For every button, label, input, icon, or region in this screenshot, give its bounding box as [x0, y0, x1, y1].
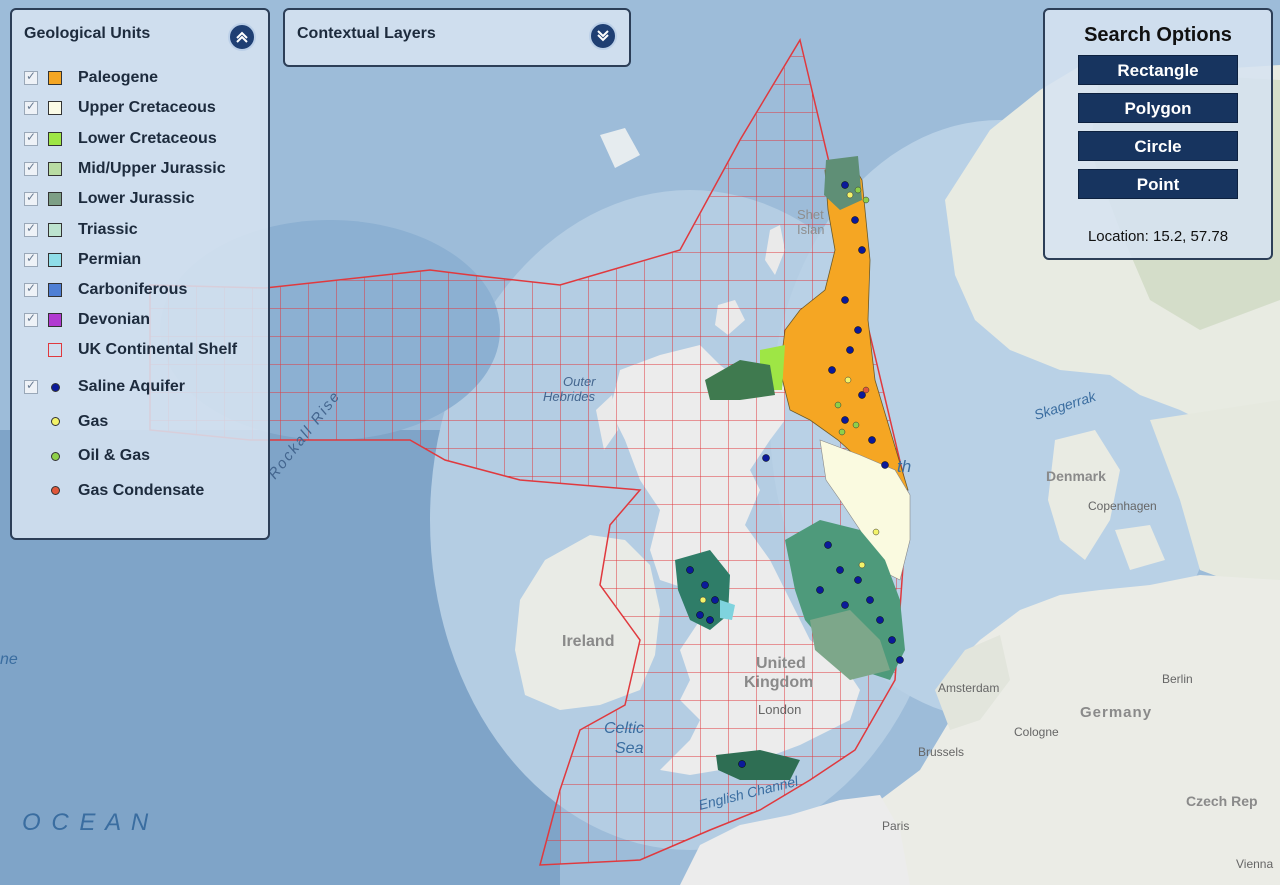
- layer-swatch: [48, 101, 62, 116]
- label-cologne: Cologne: [1014, 725, 1059, 739]
- collapse-geological-units-button[interactable]: [228, 23, 256, 51]
- legend-label: Mid/Upper Jurassic: [78, 159, 226, 177]
- layer-swatch: [48, 313, 62, 328]
- point-layer-checkbox: [24, 449, 38, 463]
- label-celtic-line1: Celtic: [604, 720, 644, 737]
- legend-label: Gas Condensate: [78, 481, 205, 499]
- layer-checkbox[interactable]: [24, 251, 38, 267]
- layer-carboniferous[interactable]: Carboniferous: [24, 277, 187, 303]
- layer-checkbox-empty: [24, 343, 38, 357]
- layer-checkbox[interactable]: [24, 160, 38, 176]
- layer-upper-cretaceous[interactable]: Upper Cretaceous: [24, 95, 216, 121]
- layer-devonian[interactable]: Devonian: [24, 307, 150, 333]
- layer-checkbox[interactable]: [24, 99, 38, 116]
- layer-swatch: [48, 283, 62, 298]
- layer-swatch: [48, 252, 62, 267]
- contextual-layers-title: Contextual Layers: [297, 25, 436, 42]
- label-uk-line2: Kingdom: [744, 674, 813, 691]
- legend-label: Upper Cretaceous: [78, 99, 216, 117]
- circle-search-button[interactable]: Circle: [1078, 131, 1238, 161]
- label-paris: Paris: [882, 819, 909, 833]
- legend-label: Oil & Gas: [78, 447, 151, 464]
- legend-label: Lower Jurassic: [78, 190, 195, 208]
- legend-label: Carboniferous: [78, 281, 188, 299]
- legend-label: Triassic: [78, 220, 138, 238]
- search-options-title: Search Options: [1084, 24, 1232, 46]
- search-options-panel: Search Options Rectangle Polygon Circle …: [1043, 8, 1273, 260]
- label-ireland: Ireland: [562, 633, 614, 650]
- label-shetland-line1: Shet: [797, 207, 824, 222]
- geological-units-title: Geological Units: [24, 25, 151, 42]
- layer-lower-cretaceous[interactable]: Lower Cretaceous: [24, 126, 217, 152]
- gas-condensate-points[interactable]: [862, 386, 870, 394]
- point-marker-icon: [48, 415, 62, 429]
- polygon-search-button[interactable]: Polygon: [1078, 93, 1238, 123]
- label-outer-line2: Hebrides: [543, 389, 596, 404]
- point-marker-icon: [48, 484, 62, 498]
- legend-label: UK Continental Shelf: [78, 341, 238, 358]
- label-brussels: Brussels: [918, 745, 964, 759]
- point-layer-saline-aquifer[interactable]: Saline Aquifer: [24, 374, 185, 400]
- point-layer-checkbox: [24, 484, 38, 498]
- point-marker-icon: [48, 449, 62, 463]
- contextual-layers-panel: Contextual Layers: [283, 8, 631, 67]
- label-amsterdam: Amsterdam: [938, 681, 999, 695]
- layer-checkbox[interactable]: [24, 190, 38, 207]
- label-shetland-line2: Islan: [797, 222, 824, 237]
- rectangle-search-button[interactable]: Rectangle: [1078, 55, 1238, 85]
- legend-label: Lower Cretaceous: [78, 129, 217, 147]
- layer-checkbox[interactable]: [24, 221, 38, 237]
- expand-contextual-layers-button[interactable]: [589, 22, 617, 50]
- point-layer-gas[interactable]: Gas: [24, 409, 108, 435]
- layer-swatch: [48, 161, 62, 176]
- label-ocean: O C E A N: [22, 809, 150, 836]
- point-layer-checkbox: [24, 415, 38, 429]
- layer-checkbox[interactable]: [24, 69, 38, 85]
- label-denmark: Denmark: [1046, 468, 1106, 484]
- location-readout: Location: 15.2, 57.78: [1087, 228, 1229, 245]
- legend-label: Gas: [78, 412, 109, 430]
- layer-swatch: [48, 222, 62, 237]
- layer-permian[interactable]: Permian: [24, 247, 141, 273]
- point-layer-oil-gas[interactable]: Oil & Gas: [24, 443, 150, 469]
- chevron-down-icon: [597, 30, 609, 42]
- point-layer-gas-condensate[interactable]: Gas Condensate: [24, 478, 204, 504]
- layer-swatch: [48, 131, 62, 146]
- label-germany: Germany: [1080, 704, 1152, 721]
- label-outer-line1: Outer: [563, 374, 596, 389]
- layer-swatch: [48, 192, 62, 207]
- point-search-button[interactable]: Point: [1078, 169, 1238, 199]
- shelf-outline-swatch: [48, 343, 62, 357]
- label-north-fragment: th: [897, 457, 911, 476]
- legend-label: Permian: [78, 250, 142, 268]
- label-london: London: [758, 702, 801, 717]
- point-layer-checkbox[interactable]: [24, 378, 38, 394]
- legend-label: Devonian: [78, 311, 151, 329]
- layer-lower-jurassic[interactable]: Lower Jurassic: [24, 186, 195, 212]
- label-copenhagen: Copenhagen: [1088, 499, 1157, 513]
- label-celtic-line2: Sea: [615, 740, 644, 757]
- layer-checkbox[interactable]: [24, 281, 38, 298]
- label-berlin: Berlin: [1162, 672, 1193, 686]
- layer-checkbox[interactable]: [24, 311, 38, 328]
- point-marker-icon: [48, 380, 62, 394]
- label-left-fragment: ne: [0, 651, 18, 668]
- layer-paleogene[interactable]: Paleogene: [24, 65, 158, 91]
- geological-units-panel: Geological Units Paleogene Upper Cretaceo…: [10, 8, 270, 540]
- layer-mid-upper-jurassic[interactable]: Mid/Upper Jurassic: [24, 156, 226, 182]
- chevron-up-icon: [236, 31, 248, 43]
- legend-label: Paleogene: [78, 69, 159, 86]
- layer-checkbox[interactable]: [24, 130, 38, 146]
- label-czech: Czech Rep: [1186, 793, 1258, 809]
- layer-swatch: [48, 71, 62, 85]
- label-vienna: Vienna: [1236, 857, 1273, 871]
- label-uk-line1: United: [756, 655, 806, 672]
- legend-label: Saline Aquifer: [78, 378, 185, 395]
- layer-uk-continental-shelf[interactable]: UK Continental Shelf: [24, 337, 237, 363]
- layer-triassic[interactable]: Triassic: [24, 217, 138, 243]
